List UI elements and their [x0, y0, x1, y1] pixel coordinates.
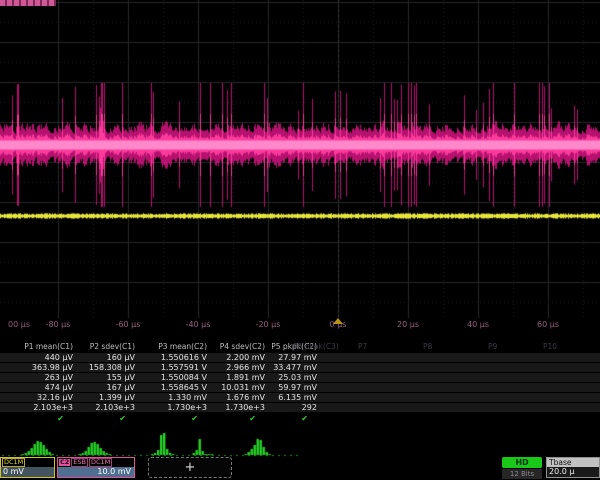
- stat-value: 1.399 µV: [76, 393, 138, 402]
- c2-coupling-chip: DC1M: [89, 458, 112, 467]
- timebase-value: 20.0 µ: [547, 467, 599, 477]
- stat-value: 1.730e+3: [138, 403, 210, 412]
- c1-coupling-chip: DC1M: [2, 458, 25, 467]
- measurement-header-row: P1 mean(C1) P2 sdev(C1) P3 mean(C2) P4 s…: [0, 342, 600, 353]
- stat-value: 32.16 µV: [0, 393, 76, 402]
- time-axis-label: -20 µs: [256, 320, 281, 329]
- param-header-p6[interactable]: P6 pkpk(C3): [293, 342, 339, 351]
- stats-row-min: 263 µV 155 µV 1.550084 V 1.891 mV 25.03 …: [0, 373, 600, 382]
- timebase-label: Tbase: [547, 458, 599, 467]
- stats-row-mean: 363.98 µV 158.308 µV 1.557591 V 2.966 mV…: [0, 363, 600, 372]
- stat-value: 263 µV: [0, 373, 76, 382]
- stat-value: 1.891 mV: [210, 373, 268, 382]
- stat-value: 155 µV: [76, 373, 138, 382]
- stat-value: 33.477 mV: [268, 363, 320, 372]
- param-header-p8[interactable]: P8: [423, 342, 432, 351]
- stat-value: 2.966 mV: [210, 363, 268, 372]
- param-header-p2[interactable]: P2 sdev(C1): [76, 342, 138, 351]
- stat-value: 2.103e+3: [76, 403, 138, 412]
- waveform-display[interactable]: [0, 0, 600, 318]
- time-axis: 00 µs -80 µs -60 µs -40 µs -20 µs 0 µs 2…: [0, 317, 600, 333]
- timebase-descriptor[interactable]: Tbase 20.0 µ: [546, 457, 600, 478]
- stat-value: 158.308 µV: [76, 363, 138, 372]
- histicons-strip[interactable]: [0, 430, 600, 458]
- time-axis-label: 20 µs: [397, 320, 419, 329]
- trigger-position-marker[interactable]: [333, 318, 343, 324]
- stat-value: 474 µV: [0, 383, 76, 392]
- stat-value: 10.031 mV: [210, 383, 268, 392]
- stat-value: 440 µV: [0, 353, 76, 362]
- param-header-p9[interactable]: P9: [488, 342, 497, 351]
- stat-value: 1.330 mV: [138, 393, 210, 402]
- stat-value: 2.200 mV: [210, 353, 268, 362]
- stat-value: 2.103e+3: [0, 403, 76, 412]
- c2-channel-chip: C2: [59, 459, 70, 466]
- plus-icon: +: [185, 460, 196, 475]
- stat-value: 292: [268, 403, 320, 412]
- stat-value: 363.98 µV: [0, 363, 76, 372]
- time-axis-label: -40 µs: [186, 320, 211, 329]
- status-check-icon: ✔: [138, 414, 210, 424]
- param-header-p7[interactable]: P7: [358, 342, 367, 351]
- param-header-p3[interactable]: P3 mean(C2): [138, 342, 210, 351]
- stat-value: 6.135 mV: [268, 393, 320, 402]
- descriptor-row: DC1M 0 mV C2 ESB DC1M 10.0 mV + HD 12 Bi…: [0, 457, 600, 480]
- oscilloscope-screen: 00 µs -80 µs -60 µs -40 µs -20 µs 0 µs 2…: [0, 0, 600, 480]
- top-left-badge: [0, 0, 56, 6]
- status-check-icon: ✔: [268, 414, 320, 424]
- time-axis-label: 60 µs: [537, 320, 559, 329]
- stat-value: 160 µV: [76, 353, 138, 362]
- c2-scale: 10.0 mV: [58, 467, 134, 477]
- stat-value: 1.557591 V: [138, 363, 210, 372]
- time-axis-label: -60 µs: [116, 320, 141, 329]
- param-header-p4[interactable]: P4 sdev(C2): [210, 342, 268, 351]
- status-check-icon: ✔: [210, 414, 268, 424]
- stats-row-num: 2.103e+3 2.103e+3 1.730e+3 1.730e+3 292: [0, 403, 600, 412]
- stat-value: 1.558645 V: [138, 383, 210, 392]
- time-axis-label: -80 µs: [46, 320, 71, 329]
- stats-row-status: ✔ ✔ ✔ ✔ ✔: [0, 414, 600, 426]
- measurement-table: P1 mean(C1) P2 sdev(C1) P3 mean(C2) P4 s…: [0, 342, 600, 426]
- hd-bits-label: 12 Bits: [502, 469, 542, 479]
- time-axis-label: 40 µs: [467, 320, 489, 329]
- stat-value: 1.550084 V: [138, 373, 210, 382]
- channel-c2-descriptor[interactable]: C2 ESB DC1M 10.0 mV: [57, 457, 135, 478]
- stats-row-sdev: 32.16 µV 1.399 µV 1.330 mV 1.676 mV 6.13…: [0, 393, 600, 402]
- stat-value: 27.97 mV: [268, 353, 320, 362]
- stats-row-max: 474 µV 167 µV 1.558645 V 10.031 mV 59.97…: [0, 383, 600, 392]
- stat-value: 25.03 mV: [268, 373, 320, 382]
- stat-value: 1.550616 V: [138, 353, 210, 362]
- status-check-icon: ✔: [76, 414, 138, 424]
- param-header-p10[interactable]: P10: [543, 342, 557, 351]
- c2-bandwidth-chip: ESB: [71, 458, 88, 467]
- hd-mode-badge[interactable]: HD: [502, 457, 542, 468]
- stat-value: 167 µV: [76, 383, 138, 392]
- status-check-icon: ✔: [0, 414, 76, 424]
- c1-scale: 0 mV: [1, 467, 54, 477]
- stat-value: 1.730e+3: [210, 403, 268, 412]
- param-header-p1[interactable]: P1 mean(C1): [0, 342, 76, 351]
- add-trace-button[interactable]: +: [148, 457, 232, 478]
- stat-value: 1.676 mV: [210, 393, 268, 402]
- time-axis-label: 00 µs: [8, 320, 30, 329]
- stat-value: 59.97 mV: [268, 383, 320, 392]
- channel-c1-descriptor[interactable]: DC1M 0 mV: [0, 457, 55, 478]
- stats-row-value: 440 µV 160 µV 1.550616 V 2.200 mV 27.97 …: [0, 353, 600, 362]
